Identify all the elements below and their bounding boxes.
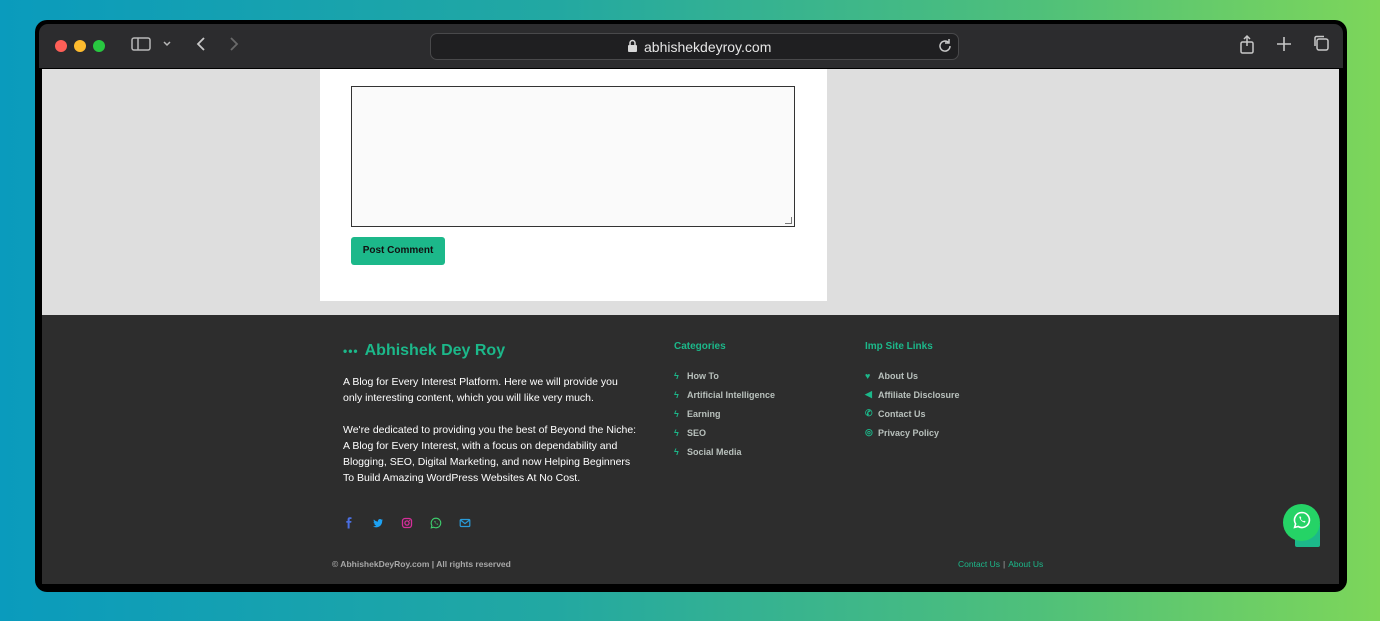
category-social-media[interactable]: ϟ Social Media: [674, 442, 775, 461]
imp-link-about-us[interactable]: ♥ About Us: [865, 366, 960, 385]
comment-textarea[interactable]: [351, 86, 795, 227]
imp-link-contact-us[interactable]: ✆ Contact Us: [865, 404, 960, 423]
imp-link-label: Privacy Policy: [878, 427, 940, 438]
resize-handle-icon[interactable]: [785, 217, 792, 224]
post-comment-button[interactable]: Post Comment: [351, 237, 445, 265]
sidebar-toggle-icon[interactable]: [131, 34, 151, 58]
copyright-text: © AbhishekDeyRoy.com | All rights reserv…: [332, 559, 511, 569]
target-icon: ◎: [865, 427, 873, 437]
category-seo[interactable]: ϟ SEO: [674, 423, 775, 442]
bolt-icon: ϟ: [674, 446, 679, 457]
lock-icon: [627, 39, 638, 58]
back-arrow-icon[interactable]: [194, 34, 208, 58]
email-icon[interactable]: [459, 516, 471, 528]
categories-title: Categories: [674, 341, 726, 352]
new-tab-plus-icon[interactable]: [1276, 34, 1292, 58]
footer-bottom-links: Contact Us | About Us: [958, 559, 1043, 569]
address-url: abhishekdeyroy.com: [644, 39, 772, 55]
address-bar[interactable]: abhishekdeyroy.com: [430, 33, 959, 60]
imp-links-title: Imp Site Links: [865, 341, 933, 352]
imp-link-privacy-policy[interactable]: ◎ Privacy Policy: [865, 423, 960, 442]
category-how-to[interactable]: ϟ How To: [674, 366, 775, 385]
brand-dots-icon: •••: [343, 344, 359, 358]
imp-link-label: About Us: [878, 370, 918, 381]
phone-icon: ✆: [865, 408, 873, 418]
imp-link-label: Affiliate Disclosure: [878, 389, 960, 400]
reload-icon[interactable]: [937, 38, 953, 59]
chevron-down-icon[interactable]: [162, 34, 172, 58]
category-artificial-intelligence[interactable]: ϟ Artificial Intelligence: [674, 385, 775, 404]
category-earning[interactable]: ϟ Earning: [674, 404, 775, 423]
megaphone-icon: ◀: [865, 389, 872, 399]
minimize-window-button[interactable]: [74, 40, 86, 52]
share-icon[interactable]: [1239, 34, 1255, 60]
imp-link-affiliate-disclosure[interactable]: ◀ Affiliate Disclosure: [865, 385, 960, 404]
categories-list: ϟ How To ϟ Artificial Intelligence ϟ Earnin…: [674, 366, 775, 461]
category-label: Artificial Intelligence: [687, 389, 776, 400]
comment-form-card: Post Comment: [320, 69, 827, 301]
heart-icon: ♥: [865, 370, 871, 381]
category-label: Earning: [687, 408, 721, 419]
category-label: Social Media: [687, 446, 742, 457]
bottom-about-link[interactable]: About Us: [1008, 559, 1043, 569]
imp-link-label: Contact Us: [878, 408, 926, 419]
whatsapp-icon: [1292, 510, 1312, 535]
forward-arrow-icon[interactable]: [227, 34, 241, 58]
social-links: [343, 516, 471, 529]
page-viewport: Post Comment ••• Abhishek Dey Roy A Blog …: [42, 69, 1339, 584]
bottom-contact-link[interactable]: Contact Us: [958, 559, 1000, 569]
bottom-links-separator: |: [1003, 559, 1006, 569]
footer-about-text-2: We're dedicated to providing you the bes…: [343, 424, 637, 484]
footer-brand[interactable]: ••• Abhishek Dey Roy: [343, 342, 505, 360]
facebook-icon[interactable]: [343, 516, 355, 529]
category-label: How To: [687, 370, 719, 381]
footer-brand-name: Abhishek Dey Roy: [364, 342, 506, 359]
browser-window: abhishekdeyroy.com Post Comment ••• Abhis…: [35, 20, 1347, 592]
tab-overview-icon[interactable]: [1312, 34, 1330, 58]
instagram-icon[interactable]: [401, 516, 413, 529]
whatsapp-icon[interactable]: [430, 516, 442, 529]
zoom-window-button[interactable]: [93, 40, 105, 52]
close-window-button[interactable]: [55, 40, 67, 52]
bolt-icon: ϟ: [674, 408, 679, 419]
site-footer: ••• Abhishek Dey Roy A Blog for Every Int…: [42, 315, 1339, 584]
bolt-icon: ϟ: [674, 389, 679, 400]
whatsapp-chat-button[interactable]: [1283, 504, 1320, 541]
footer-about-text-1: A Blog for Every Interest Platform. Here…: [343, 376, 618, 404]
imp-links-list: ♥ About Us ◀ Affiliate Disclosure ✆ Contact…: [865, 366, 960, 442]
category-label: SEO: [687, 427, 707, 438]
twitter-icon[interactable]: [372, 516, 384, 528]
browser-toolbar: abhishekdeyroy.com: [39, 24, 1343, 68]
bolt-icon: ϟ: [674, 427, 679, 438]
bolt-icon: ϟ: [674, 370, 679, 381]
